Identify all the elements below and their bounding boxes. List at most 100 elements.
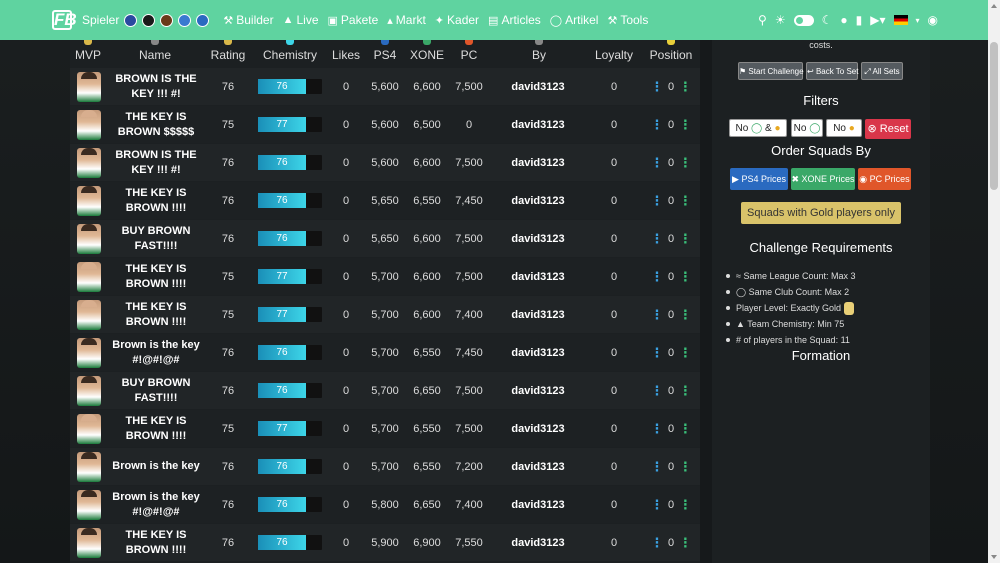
nav-item-pakete[interactable]: ▣ Pakete xyxy=(328,13,379,27)
squad-name[interactable]: Brown is the key xyxy=(108,459,204,474)
table-row[interactable]: THE KEY IS BROWN $$$$$ 75 77 0 5,600 6,500 0 da… xyxy=(70,106,700,143)
header-name[interactable]: Name xyxy=(125,40,185,62)
by-cell[interactable]: david3123 xyxy=(502,182,574,219)
more-options-icon[interactable]: ⋮ xyxy=(679,459,692,475)
header-loyalty[interactable]: Loyalty xyxy=(592,48,636,62)
table-row[interactable]: BROWN IS THE KEY !!! #! 76 76 0 5,600 6,600 7,… xyxy=(70,68,700,105)
table-row[interactable]: THE KEY IS BROWN !!!! 75 77 0 5,700 6,600 7,40… xyxy=(70,296,700,333)
start-challenge-button[interactable]: ⚑ Start Challenge xyxy=(738,62,804,80)
more-options-icon[interactable]: ⋮ xyxy=(650,459,663,475)
xone-prices-button[interactable]: ✖ XONE Prices xyxy=(791,168,855,190)
reset-button[interactable]: ⊗ Reset xyxy=(865,119,911,139)
more-options-icon[interactable]: ⋮ xyxy=(679,269,692,285)
squad-name[interactable]: BROWN IS THE KEY !!! #! xyxy=(108,148,204,178)
header-pc[interactable]: PC xyxy=(456,40,482,62)
squad-name[interactable]: THE KEY IS BROWN !!!! xyxy=(108,414,204,444)
player-avatar[interactable] xyxy=(77,375,101,406)
author-link[interactable]: david3123 xyxy=(511,271,564,283)
nav-item-artikel[interactable]: ◯ Artikel xyxy=(550,13,599,27)
name-cell[interactable]: Brown is the key #!@#!@# xyxy=(108,334,204,371)
nav-item-markt[interactable]: ▴ Markt xyxy=(387,13,426,27)
squad-name[interactable]: BUY BROWN FAST!!!! xyxy=(108,376,204,406)
by-cell[interactable]: david3123 xyxy=(502,220,574,257)
more-options-icon[interactable]: ⋮ xyxy=(679,117,692,133)
header-by[interactable]: By xyxy=(525,40,553,62)
more-options-icon[interactable]: ⋮ xyxy=(650,383,663,399)
table-row[interactable]: BUY BROWN FAST!!!! 76 76 0 5,700 6,650 7,500 da… xyxy=(70,372,700,409)
player-avatar[interactable] xyxy=(77,527,101,558)
by-cell[interactable]: david3123 xyxy=(502,106,574,143)
player-avatar[interactable] xyxy=(77,299,101,330)
more-options-icon[interactable]: ⋮ xyxy=(650,117,663,133)
table-row[interactable]: THE KEY IS BROWN !!!! 76 76 0 5,900 6,900 7,55… xyxy=(70,524,700,561)
name-cell[interactable]: THE KEY IS BROWN !!!! xyxy=(108,296,204,333)
player-avatar[interactable] xyxy=(77,147,101,178)
header-rating[interactable]: Rating xyxy=(206,40,250,62)
by-cell[interactable]: david3123 xyxy=(502,258,574,295)
more-options-icon[interactable]: ⋮ xyxy=(679,345,692,361)
german-flag-icon[interactable] xyxy=(893,15,908,25)
more-options-icon[interactable]: ⋮ xyxy=(679,231,692,247)
table-row[interactable]: Brown is the key #!@#!@# 76 76 0 5,700 6,550 7… xyxy=(70,334,700,371)
player-avatar[interactable] xyxy=(77,451,101,482)
rarity-badge-icon[interactable] xyxy=(178,13,192,27)
author-link[interactable]: david3123 xyxy=(511,461,564,473)
squad-name[interactable]: BUY BROWN FAST!!!! xyxy=(108,224,204,254)
author-link[interactable]: david3123 xyxy=(511,423,564,435)
squad-name[interactable]: Brown is the key #!@#!@# xyxy=(108,490,204,520)
more-options-icon[interactable]: ⋮ xyxy=(679,307,692,323)
table-row[interactable]: Brown is the key #!@#!@# 76 76 0 5,800 6,650 7… xyxy=(70,486,700,523)
nation-badge-icon[interactable] xyxy=(160,13,174,27)
squad-name[interactable]: THE KEY IS BROWN $$$$$ xyxy=(108,110,204,140)
more-options-icon[interactable]: ⋮ xyxy=(679,497,692,513)
table-row[interactable]: BROWN IS THE KEY !!! #! 76 76 0 5,600 6,600 7,… xyxy=(70,144,700,181)
scroll-up-arrow-icon[interactable] xyxy=(991,4,997,8)
by-cell[interactable]: david3123 xyxy=(502,448,574,485)
name-cell[interactable]: BUY BROWN FAST!!!! xyxy=(108,372,204,409)
author-link[interactable]: david3123 xyxy=(511,347,564,359)
more-options-icon[interactable]: ⋮ xyxy=(650,79,663,95)
pc-prices-button[interactable]: ◉ PC Prices xyxy=(858,168,911,190)
league-badge-icon[interactable] xyxy=(124,13,138,27)
player-avatar[interactable] xyxy=(77,337,101,368)
by-cell[interactable]: david3123 xyxy=(502,68,574,105)
author-link[interactable]: david3123 xyxy=(511,195,564,207)
more-options-icon[interactable]: ⋮ xyxy=(679,421,692,437)
nav-item-kader[interactable]: ✦ Kader xyxy=(435,13,479,27)
name-cell[interactable]: BUY BROWN FAST!!!! xyxy=(108,220,204,257)
squad-name[interactable]: THE KEY IS BROWN !!!! xyxy=(108,300,204,330)
more-options-icon[interactable]: ⋮ xyxy=(650,345,663,361)
filter-no-league-club-button[interactable]: No ◯ & ● xyxy=(729,119,787,137)
header-mvp[interactable]: MVP xyxy=(74,40,102,62)
scroll-down-arrow-icon[interactable] xyxy=(991,555,997,559)
by-cell[interactable]: david3123 xyxy=(502,334,574,371)
by-cell[interactable]: david3123 xyxy=(502,296,574,333)
player-avatar[interactable] xyxy=(77,223,101,254)
author-link[interactable]: david3123 xyxy=(511,537,564,549)
more-options-icon[interactable]: ⋮ xyxy=(679,193,692,209)
filter-no-league-button[interactable]: No ◯ xyxy=(791,119,823,137)
by-cell[interactable]: david3123 xyxy=(502,372,574,409)
squad-name[interactable]: THE KEY IS BROWN !!!! xyxy=(108,262,204,292)
name-cell[interactable]: BROWN IS THE KEY !!! #! xyxy=(108,68,204,105)
player-avatar[interactable] xyxy=(77,413,101,444)
table-row[interactable]: Brown is the key 76 76 0 5,700 6,550 7,200 davi… xyxy=(70,448,700,485)
squad-name[interactable]: THE KEY IS BROWN !!!! xyxy=(108,186,204,216)
all-sets-button[interactable]: ⤢ All Sets xyxy=(861,62,903,80)
header-chemistry[interactable]: Chemistry xyxy=(258,40,322,62)
more-options-icon[interactable]: ⋮ xyxy=(650,535,663,551)
ps4-prices-button[interactable]: ▶ PS4 Prices xyxy=(730,168,788,190)
more-options-icon[interactable]: ⋮ xyxy=(679,79,692,95)
back-to-set-button[interactable]: ↩ Back To Set xyxy=(806,62,858,80)
table-row[interactable]: THE KEY IS BROWN !!!! 75 77 0 5,700 6,600 7,50… xyxy=(70,258,700,295)
more-options-icon[interactable]: ⋮ xyxy=(650,421,663,437)
user-icon[interactable]: ● xyxy=(840,13,847,27)
name-cell[interactable]: BROWN IS THE KEY !!! #! xyxy=(108,144,204,181)
club-badge-icon[interactable] xyxy=(142,13,156,27)
site-logo[interactable]: FB xyxy=(52,10,77,30)
scroll-thumb[interactable] xyxy=(990,42,998,190)
eye-icon[interactable]: ◉ xyxy=(928,13,938,27)
more-options-icon[interactable]: ⋮ xyxy=(679,383,692,399)
author-link[interactable]: david3123 xyxy=(511,385,564,397)
more-options-icon[interactable]: ⋮ xyxy=(679,535,692,551)
